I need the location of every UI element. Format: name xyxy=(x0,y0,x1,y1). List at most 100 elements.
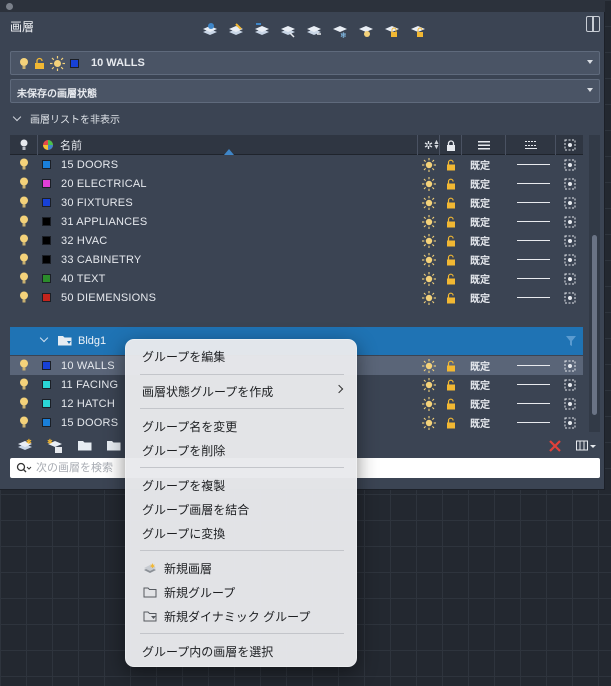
layer-color-swatch[interactable] xyxy=(42,250,51,269)
close-window-button[interactable] xyxy=(6,3,13,10)
layer-color-swatch[interactable] xyxy=(42,212,51,231)
menu-item-merge-group-layers[interactable]: グループ画層を結合 xyxy=(126,498,358,520)
layer-lineweight[interactable] xyxy=(517,375,550,394)
layer-row[interactable]: 40 TEXT 既定 xyxy=(10,269,583,288)
layer-lineweight[interactable] xyxy=(517,394,550,413)
layer-linetype[interactable]: 既定 xyxy=(470,413,490,432)
layer-linetype[interactable]: 既定 xyxy=(470,375,490,394)
viewport-freeze-icon[interactable] xyxy=(564,155,576,174)
sun-icon[interactable] xyxy=(422,269,436,288)
delete-layer-icon[interactable] xyxy=(549,440,561,452)
unlock-icon[interactable] xyxy=(446,250,457,269)
layer-linetype[interactable]: 既定 xyxy=(470,269,490,288)
viewport-freeze-icon[interactable] xyxy=(564,174,576,193)
sun-icon[interactable] xyxy=(422,394,436,413)
new-group-folder-icon[interactable] xyxy=(77,438,93,452)
unlock-icon[interactable] xyxy=(446,231,457,250)
viewport-freeze-icon[interactable] xyxy=(564,375,576,394)
unlock-icon[interactable] xyxy=(446,174,457,193)
viewport-freeze-icon[interactable] xyxy=(564,413,576,432)
column-freeze[interactable]: ✲ xyxy=(418,135,440,155)
layer-linetype[interactable]: 既定 xyxy=(470,212,490,231)
layer-lineweight[interactable] xyxy=(517,269,550,288)
layer-color-swatch[interactable] xyxy=(42,413,51,432)
column-on-off[interactable] xyxy=(10,135,38,155)
layer-row[interactable]: 33 CABINETRY 既定 xyxy=(10,250,583,269)
layer-lock-icon[interactable] xyxy=(380,20,404,40)
viewport-freeze-icon[interactable] xyxy=(564,231,576,250)
current-layer-dropdown[interactable]: 10 WALLS xyxy=(10,51,600,75)
layer-list-scrollbar[interactable] xyxy=(589,135,600,432)
make-current-icon[interactable] xyxy=(224,20,248,40)
layer-lineweight[interactable] xyxy=(517,288,550,307)
menu-item-rename-group[interactable]: グループ名を変更 xyxy=(126,415,358,437)
column-lineweight[interactable] xyxy=(506,135,556,155)
layer-match-icon[interactable] xyxy=(250,20,274,40)
scrollbar-thumb[interactable] xyxy=(592,235,597,415)
layer-linetype[interactable]: 既定 xyxy=(470,250,490,269)
layer-row[interactable]: 30 FIXTURES 既定 xyxy=(10,193,583,212)
menu-item-duplicate-group[interactable]: グループを複製 xyxy=(126,474,358,496)
sun-icon[interactable] xyxy=(422,288,436,307)
layer-color-swatch[interactable] xyxy=(42,231,51,250)
layer-unlock-icon[interactable] xyxy=(406,20,430,40)
layer-color-swatch[interactable] xyxy=(42,174,51,193)
bulb-icon[interactable] xyxy=(19,356,29,375)
layer-linetype[interactable]: 既定 xyxy=(470,174,490,193)
new-dynamic-group-icon[interactable] xyxy=(106,438,122,452)
layer-lineweight[interactable] xyxy=(517,250,550,269)
menu-item-new-dynamic-group[interactable]: 新規ダイナミック グループ xyxy=(126,605,358,627)
layer-row[interactable]: 50 DIEMENSIONS 既定 xyxy=(10,288,583,307)
column-linetype[interactable] xyxy=(462,135,506,155)
layer-lineweight[interactable] xyxy=(517,413,550,432)
bulb-icon[interactable] xyxy=(19,288,29,307)
menu-item-new-group[interactable]: 新規グループ xyxy=(126,581,358,603)
viewport-freeze-icon[interactable] xyxy=(564,212,576,231)
column-viewport-freeze[interactable] xyxy=(556,135,583,155)
layer-linetype[interactable]: 既定 xyxy=(470,356,490,375)
unlock-icon[interactable] xyxy=(446,288,457,307)
layer-linetype[interactable]: 既定 xyxy=(470,231,490,250)
layer-lineweight[interactable] xyxy=(517,231,550,250)
hide-layer-list-toggle[interactable]: 画層リストを非表示 xyxy=(12,111,120,126)
new-viewport-layer-icon[interactable]: ✱ xyxy=(46,437,64,454)
viewport-freeze-icon[interactable] xyxy=(564,269,576,288)
bulb-icon[interactable] xyxy=(19,193,29,212)
filter-icon[interactable] xyxy=(566,336,576,346)
layer-linetype[interactable]: 既定 xyxy=(470,155,490,174)
layer-state-dropdown[interactable]: 未保存の画層状態 xyxy=(10,79,600,103)
column-lock[interactable] xyxy=(440,135,462,155)
bulb-icon[interactable] xyxy=(19,269,29,288)
layer-row[interactable]: 31 APPLIANCES 既定 xyxy=(10,212,583,231)
unlock-icon[interactable] xyxy=(446,269,457,288)
layer-color-swatch[interactable] xyxy=(42,193,51,212)
layer-row[interactable]: 32 HVAC 既定 xyxy=(10,231,583,250)
layer-properties-icon[interactable] xyxy=(198,20,222,40)
window-titlebar[interactable] xyxy=(0,0,605,12)
bulb-icon[interactable] xyxy=(19,250,29,269)
layer-lineweight[interactable] xyxy=(517,356,550,375)
menu-item-delete-group[interactable]: グループを削除 xyxy=(126,439,358,461)
layer-linetype[interactable]: 既定 xyxy=(470,288,490,307)
layer-lineweight[interactable] xyxy=(517,155,550,174)
bulb-icon[interactable] xyxy=(19,174,29,193)
viewport-freeze-icon[interactable] xyxy=(564,356,576,375)
column-settings-icon[interactable] xyxy=(576,440,596,452)
sun-icon[interactable] xyxy=(422,356,436,375)
layer-lineweight[interactable] xyxy=(517,174,550,193)
layer-color-swatch[interactable] xyxy=(42,375,51,394)
layer-color-swatch[interactable] xyxy=(42,269,51,288)
sun-icon[interactable] xyxy=(422,250,436,269)
layer-color-swatch[interactable] xyxy=(42,356,51,375)
unlock-icon[interactable] xyxy=(446,193,457,212)
sun-icon[interactable] xyxy=(422,155,436,174)
layer-isolate-icon[interactable] xyxy=(302,20,326,40)
sun-icon[interactable] xyxy=(422,193,436,212)
bulb-icon[interactable] xyxy=(19,375,29,394)
unlock-icon[interactable] xyxy=(446,413,457,432)
bulb-icon[interactable] xyxy=(19,231,29,250)
bulb-icon[interactable] xyxy=(19,155,29,174)
sun-icon[interactable] xyxy=(422,413,436,432)
layer-linetype[interactable]: 既定 xyxy=(470,193,490,212)
menu-item-select-layers-in-group[interactable]: グループ内の画層を選択 xyxy=(126,640,358,662)
